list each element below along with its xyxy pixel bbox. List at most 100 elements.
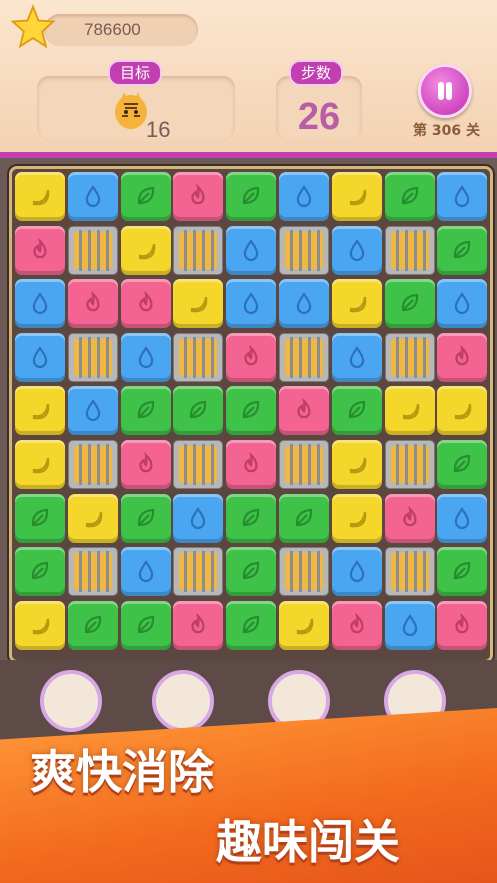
pink-tile[interactable] <box>437 332 488 382</box>
glove-booster[interactable] <box>152 670 214 732</box>
green-tile[interactable] <box>15 547 65 597</box>
caged-tiger-tile[interactable] <box>67 440 118 489</box>
caged-tiger-tile[interactable] <box>173 332 224 382</box>
yellow-tile[interactable] <box>15 172 65 221</box>
yellow-tile[interactable] <box>384 386 435 436</box>
caged-tiger-tile[interactable] <box>279 440 329 489</box>
yellow-tile[interactable] <box>437 386 488 436</box>
caged-tiger-tile[interactable] <box>384 440 435 489</box>
caged-tiger-tile[interactable] <box>279 547 329 597</box>
caged-tiger-tile[interactable] <box>67 547 118 597</box>
green-tile[interactable] <box>226 493 277 543</box>
blue-tile[interactable] <box>331 332 382 382</box>
caged-tiger-tile[interactable] <box>279 332 329 382</box>
green-tile[interactable] <box>384 172 435 221</box>
blue-tile[interactable] <box>67 172 118 221</box>
pink-tile[interactable] <box>120 440 171 489</box>
flame-icon <box>297 398 311 419</box>
banana-icon <box>32 189 50 206</box>
pink-tile[interactable] <box>120 279 171 329</box>
blue-tile[interactable] <box>437 172 488 221</box>
blue-tile[interactable] <box>331 547 382 597</box>
blue-tile[interactable] <box>279 279 329 329</box>
yellow-tile[interactable] <box>15 440 65 489</box>
caged-tiger-tile[interactable] <box>384 332 435 382</box>
green-tile[interactable] <box>226 547 277 597</box>
yellow-tile[interactable] <box>279 600 329 650</box>
green-tile[interactable] <box>279 493 329 543</box>
leaf-icon <box>454 562 471 580</box>
target-count: 16 <box>146 117 171 142</box>
green-tile[interactable] <box>120 493 171 543</box>
pink-tile[interactable] <box>173 600 224 650</box>
yellow-tile[interactable] <box>120 225 171 275</box>
pink-tile[interactable] <box>67 279 118 329</box>
blue-tile[interactable] <box>437 493 488 543</box>
caged-tiger-tile[interactable] <box>173 225 224 275</box>
green-tile[interactable] <box>437 225 488 275</box>
star-icon <box>10 4 56 49</box>
green-tile[interactable] <box>384 279 435 329</box>
pink-tile[interactable] <box>173 172 224 221</box>
green-tile[interactable] <box>437 440 488 489</box>
green-tile[interactable] <box>173 386 224 436</box>
water-drop-icon <box>349 560 365 583</box>
caged-tiger-tile[interactable] <box>279 225 329 275</box>
moves-label: 步数 <box>289 60 344 86</box>
blue-tile[interactable] <box>67 386 118 436</box>
blue-tile[interactable] <box>384 600 435 650</box>
banana-icon <box>349 296 367 313</box>
green-tile[interactable] <box>120 172 171 221</box>
blue-tile[interactable] <box>120 332 171 382</box>
pink-tile[interactable] <box>331 600 382 650</box>
caged-tiger-tile[interactable] <box>173 547 224 597</box>
caged-tiger-tile[interactable] <box>67 332 118 382</box>
blue-tile[interactable] <box>173 493 224 543</box>
yellow-tile[interactable] <box>15 386 65 436</box>
water-drop-icon <box>296 292 312 315</box>
pink-tile[interactable] <box>226 332 277 382</box>
yellow-tile[interactable] <box>331 172 382 221</box>
green-tile[interactable] <box>120 386 171 436</box>
pink-tile[interactable] <box>384 493 435 543</box>
caged-tiger-tile[interactable] <box>67 225 118 275</box>
tiger-target-icon <box>115 92 147 129</box>
yellow-tile[interactable] <box>67 493 118 543</box>
blue-tile[interactable] <box>437 279 488 329</box>
blue-tile[interactable] <box>15 279 65 329</box>
blue-tile[interactable] <box>120 547 171 597</box>
green-tile[interactable] <box>437 547 488 597</box>
green-tile[interactable] <box>15 493 65 543</box>
blue-tile[interactable] <box>15 332 65 382</box>
yellow-tile[interactable] <box>331 440 382 489</box>
green-tile[interactable] <box>226 172 277 221</box>
blue-tile[interactable] <box>226 225 277 275</box>
green-tile[interactable] <box>120 600 171 650</box>
green-tile[interactable] <box>226 600 277 650</box>
hammer-booster[interactable] <box>40 670 102 732</box>
water-drop-icon <box>349 238 365 261</box>
pink-tile[interactable] <box>226 440 277 489</box>
yellow-tile[interactable] <box>331 493 382 543</box>
caged-tiger-tile[interactable] <box>384 547 435 597</box>
yellow-tile[interactable] <box>15 600 65 650</box>
flame-icon <box>455 612 469 634</box>
caged-tiger-tile[interactable] <box>173 440 224 489</box>
pink-tile[interactable] <box>437 600 488 650</box>
pink-tile[interactable] <box>15 225 65 275</box>
blue-tile[interactable] <box>331 225 382 275</box>
blue-tile[interactable] <box>226 279 277 329</box>
yellow-tile[interactable] <box>331 279 382 329</box>
blue-tile[interactable] <box>279 172 329 221</box>
water-drop-icon <box>32 292 48 315</box>
pink-tile[interactable] <box>279 386 329 436</box>
leaf-icon <box>348 401 365 419</box>
green-tile[interactable] <box>226 386 277 436</box>
green-tile[interactable] <box>331 386 382 436</box>
caged-tiger-tile[interactable] <box>384 225 435 275</box>
green-tile[interactable] <box>67 600 118 650</box>
flame-icon <box>402 505 417 526</box>
leaf-icon <box>454 240 471 258</box>
pause-button[interactable] <box>418 64 472 118</box>
yellow-tile[interactable] <box>173 279 224 329</box>
